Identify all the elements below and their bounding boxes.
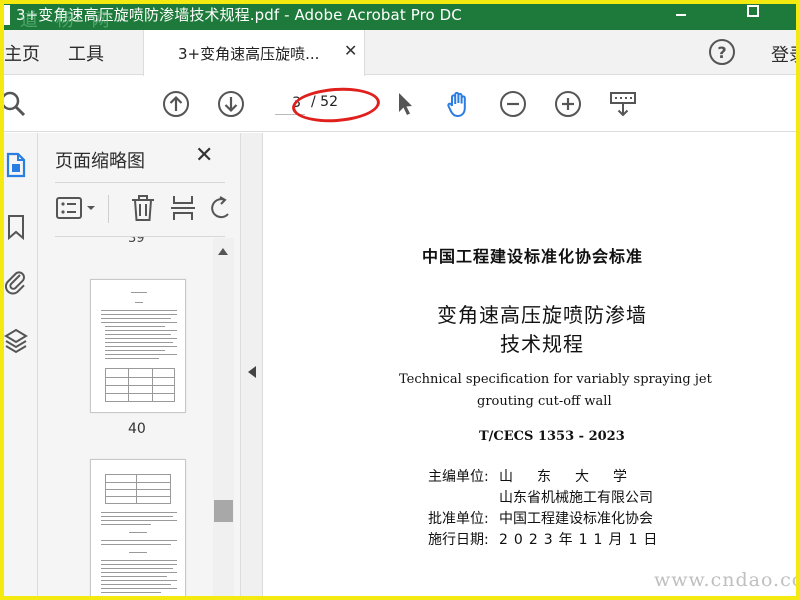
- doc-date: 2023年11月1日: [499, 532, 664, 548]
- collapse-arrow-icon[interactable]: [248, 366, 256, 378]
- scrollbar-thumb[interactable]: [214, 500, 233, 522]
- doc-date-label: 施行日期:: [428, 532, 489, 548]
- tab-document-label: 3+变角速高压旋喷...: [178, 45, 320, 63]
- hand-tool-icon[interactable]: [443, 89, 473, 119]
- maximize-button[interactable]: [730, 0, 776, 30]
- bookmarks-icon[interactable]: [2, 213, 30, 241]
- delete-page-icon[interactable]: [129, 193, 157, 227]
- page-layout-icon[interactable]: [608, 89, 638, 119]
- doc-english-title-line1: Technical specification for variably spr…: [399, 372, 712, 387]
- thumbnail-scrollbar[interactable]: [213, 238, 234, 600]
- attachments-icon[interactable]: [2, 268, 30, 296]
- doc-editor-2: 山东省机械施工有限公司: [499, 490, 653, 506]
- thumbnails-panel: 页面缩略图 ✕ 39 40: [38, 133, 241, 600]
- extract-pages-icon[interactable]: [169, 193, 197, 227]
- page-thumbnail[interactable]: [90, 279, 186, 413]
- document-page: 中国工程建设标准化协会标准 变角速高压旋喷防渗墙 技术规程 Technical …: [263, 133, 800, 600]
- tab-bar: 主页 工具 3+变角速高压旋喷... ✕ ? 登录: [0, 30, 800, 76]
- thumbnail-tools: [55, 193, 241, 227]
- doc-editor-label: 主编单位:: [428, 469, 489, 485]
- minimize-button[interactable]: [658, 0, 704, 26]
- watermark-overlay: 道 杨 网: [20, 10, 116, 31]
- search-icon[interactable]: [0, 89, 30, 119]
- doc-org: 中国工程建设标准化协会标准: [422, 247, 644, 266]
- doc-standard-code: T/CECS 1353 - 2023: [479, 429, 625, 444]
- acrobat-app-icon: [4, 5, 10, 25]
- zoom-out-icon[interactable]: [498, 89, 528, 119]
- options-menu-icon[interactable]: [55, 193, 101, 227]
- thumbnail-table: [105, 474, 171, 504]
- doc-editor-1: 山东大学: [499, 469, 651, 485]
- scroll-up-arrow[interactable]: [218, 248, 228, 255]
- page-thumbnail[interactable]: [90, 459, 186, 600]
- doc-approver-label: 批准单位:: [428, 511, 489, 527]
- next-page-icon[interactable]: [216, 89, 246, 119]
- thumbnail-list: 39 40: [38, 237, 214, 600]
- tab-close-icon[interactable]: ✕: [344, 41, 357, 60]
- doc-title-line2: 技术规程: [500, 332, 584, 356]
- layers-icon[interactable]: [2, 326, 30, 354]
- previous-page-icon[interactable]: [161, 89, 191, 119]
- thumbnail-table: [105, 368, 175, 402]
- panel-close-icon[interactable]: ✕: [195, 143, 213, 168]
- page-thumbnails-icon[interactable]: [2, 151, 30, 179]
- doc-approver: 中国工程建设标准化协会: [499, 511, 653, 527]
- zoom-in-icon[interactable]: [553, 89, 583, 119]
- doc-title-line1: 变角速高压旋喷防渗墙: [437, 303, 647, 327]
- thumbnail-page-label: 40: [128, 421, 146, 437]
- signin-button[interactable]: 登录: [771, 41, 800, 67]
- toolbar: / 52: [0, 76, 800, 132]
- tab-tools[interactable]: 工具: [68, 40, 104, 66]
- doc-english-title-line2: grouting cut-off wall: [477, 394, 612, 409]
- collapse-panel-strip[interactable]: [241, 133, 263, 600]
- panel-title: 页面缩略图: [55, 151, 145, 172]
- watermark-text: www.cndao.com: [654, 569, 800, 591]
- divider: [108, 195, 109, 223]
- tab-home[interactable]: 主页: [4, 40, 40, 66]
- thumbnail-page-label: 39: [128, 237, 145, 246]
- title-bar: 3+变角速高压旋喷防渗墙技术规程.pdf - Adobe Acrobat Pro…: [0, 0, 800, 31]
- rotate-page-icon[interactable]: [211, 193, 231, 227]
- navigation-rail: [0, 133, 38, 600]
- select-cursor-icon[interactable]: [390, 89, 420, 119]
- divider: [55, 182, 225, 183]
- tab-document[interactable]: 3+变角速高压旋喷... ✕: [143, 30, 365, 76]
- help-icon[interactable]: ?: [709, 39, 735, 65]
